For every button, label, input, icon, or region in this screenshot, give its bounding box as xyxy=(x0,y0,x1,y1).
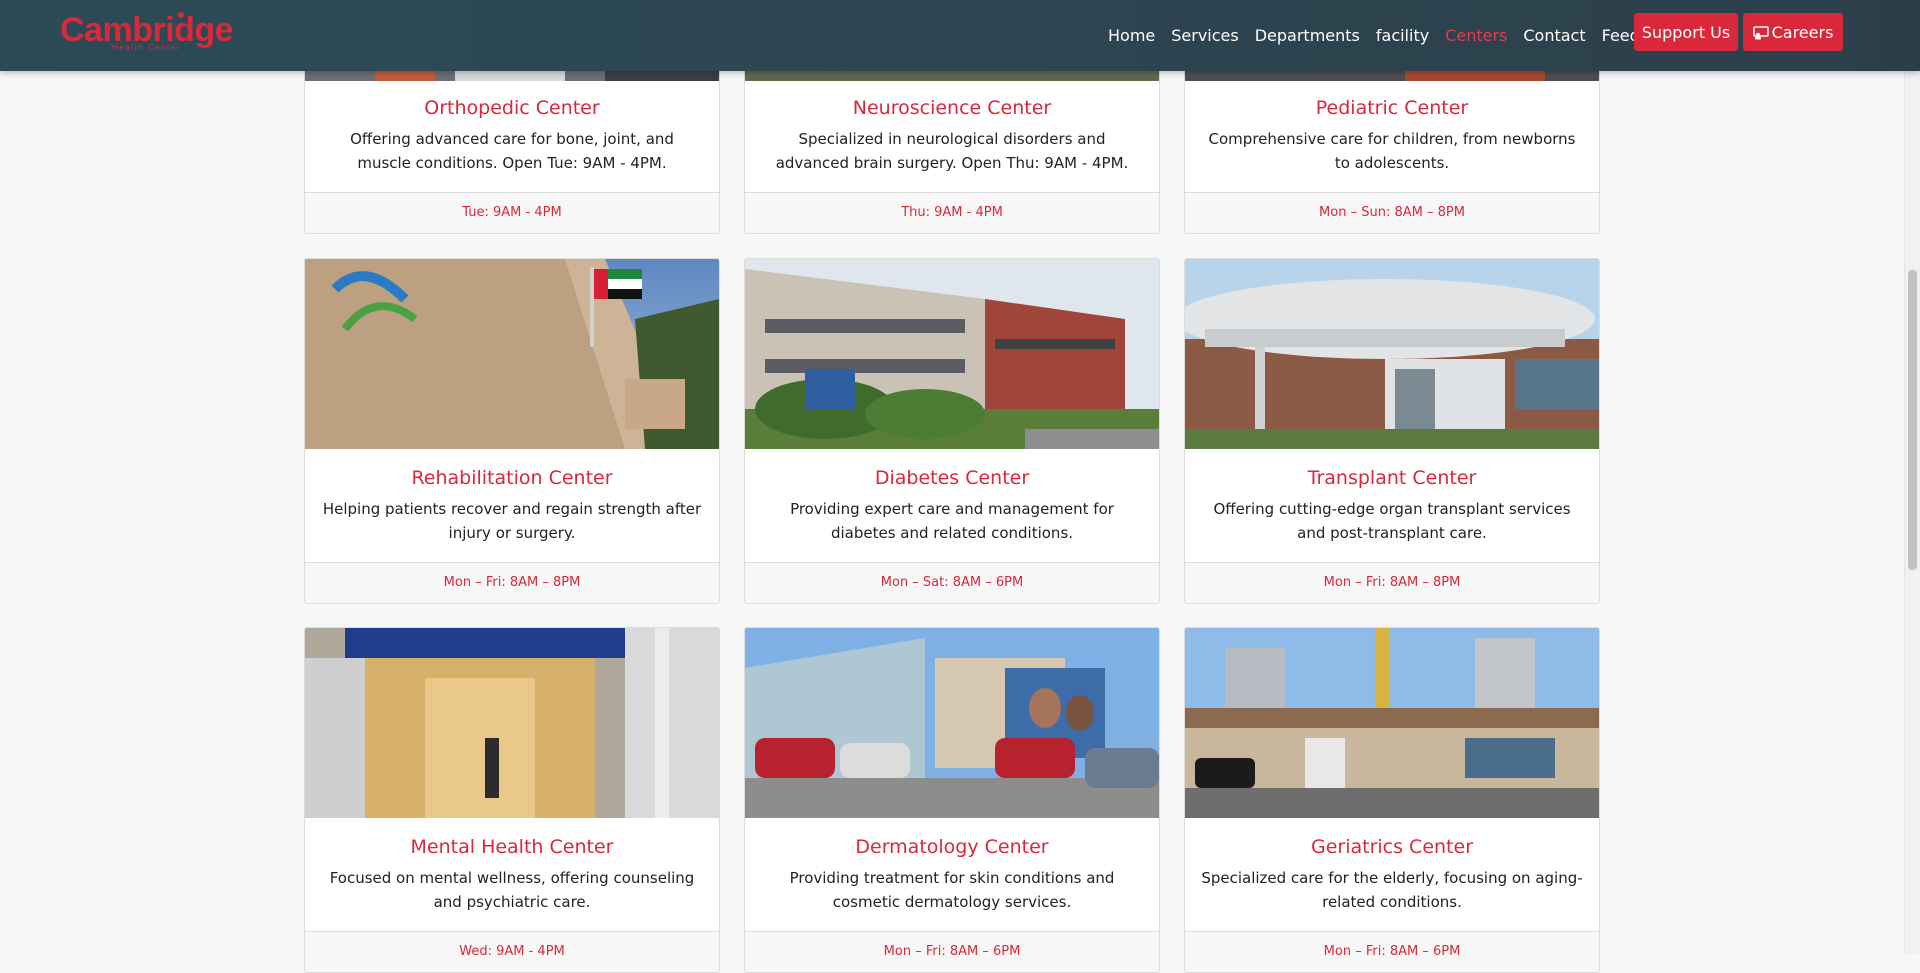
center-card-dermatology[interactable]: Dermatology Center Providing treatment f… xyxy=(744,627,1160,973)
center-hours: Mon – Fri: 8AM – 8PM xyxy=(305,562,719,603)
center-hours: Mon – Fri: 8AM – 6PM xyxy=(745,931,1159,972)
nav-contact[interactable]: Contact xyxy=(1523,26,1585,45)
center-hours: Mon – Sat: 8AM – 6PM xyxy=(745,562,1159,603)
center-image xyxy=(745,259,1159,449)
center-hours: Wed: 9AM - 4PM xyxy=(305,931,719,972)
center-card-mental-health[interactable]: Mental Health Center Focused on mental w… xyxy=(304,627,720,973)
center-hours: Mon – Fri: 8AM – 8PM xyxy=(1185,562,1599,603)
center-title[interactable]: Diabetes Center xyxy=(745,467,1159,489)
page-scrollbar[interactable] xyxy=(1904,0,1920,954)
nav-facility[interactable]: facility xyxy=(1376,26,1429,45)
careers-button[interactable]: Careers xyxy=(1743,13,1843,51)
careers-label: Careers xyxy=(1771,22,1834,42)
center-image xyxy=(745,628,1159,818)
nav-services[interactable]: Services xyxy=(1171,26,1238,45)
center-description: Focused on mental wellness, offering cou… xyxy=(329,869,695,911)
center-title[interactable]: Rehabilitation Center xyxy=(305,467,719,489)
careers-icon xyxy=(1752,25,1769,40)
center-image xyxy=(305,259,719,449)
center-description: Specialized in neurological disorders an… xyxy=(775,130,1129,172)
logo-subtitle: Health Center xyxy=(112,43,181,52)
center-card-diabetes[interactable]: Diabetes Center Providing expert care an… xyxy=(744,258,1160,604)
center-title[interactable]: Geriatrics Center xyxy=(1185,836,1599,858)
center-card-rehabilitation[interactable]: Rehabilitation Center Helping patients r… xyxy=(304,258,720,604)
site-logo[interactable]: Cambridge Health Center xyxy=(60,10,234,54)
center-image xyxy=(1185,259,1599,449)
scrollbar-thumb[interactable] xyxy=(1908,270,1917,570)
center-title[interactable]: Mental Health Center xyxy=(305,836,719,858)
center-title[interactable]: Pediatric Center xyxy=(1185,97,1599,119)
center-description: Specialized care for the elderly, focusi… xyxy=(1201,869,1583,911)
center-description: Helping patients recover and regain stre… xyxy=(322,500,702,542)
nav-centers[interactable]: Centers xyxy=(1445,26,1507,45)
center-card-transplant[interactable]: Transplant Center Offering cutting-edge … xyxy=(1184,258,1600,604)
center-hours: Mon – Fri: 8AM – 6PM xyxy=(1185,931,1599,972)
center-hours: Thu: 9AM - 4PM xyxy=(745,192,1159,233)
center-description: Providing treatment for skin conditions … xyxy=(789,869,1115,911)
center-description: Offering cutting-edge organ transplant s… xyxy=(1213,500,1571,542)
center-description: Providing expert care and management for… xyxy=(790,500,1114,542)
nav-departments[interactable]: Departments xyxy=(1255,26,1360,45)
center-description: Offering advanced care for bone, joint, … xyxy=(350,130,674,172)
center-image xyxy=(305,628,719,818)
main-nav: Home Services Departments facility Cente… xyxy=(1108,0,1694,71)
center-title[interactable]: Transplant Center xyxy=(1185,467,1599,489)
logo-dot xyxy=(178,12,184,18)
center-hours: Tue: 9AM - 4PM xyxy=(305,192,719,233)
center-title[interactable]: Dermatology Center xyxy=(745,836,1159,858)
center-image xyxy=(1185,628,1599,818)
center-title[interactable]: Neuroscience Center xyxy=(745,97,1159,119)
center-hours: Mon – Sun: 8AM – 8PM xyxy=(1185,192,1599,233)
support-us-button[interactable]: Support Us xyxy=(1634,13,1738,51)
center-description: Comprehensive care for children, from ne… xyxy=(1208,130,1576,172)
site-header: Cambridge Health Center Home Services De… xyxy=(0,0,1920,71)
nav-home[interactable]: Home xyxy=(1108,26,1155,45)
centers-grid: Orthopedic Center Offering advanced care… xyxy=(0,0,1920,973)
center-title[interactable]: Orthopedic Center xyxy=(305,97,719,119)
center-card-geriatrics[interactable]: Geriatrics Center Specialized care for t… xyxy=(1184,627,1600,973)
